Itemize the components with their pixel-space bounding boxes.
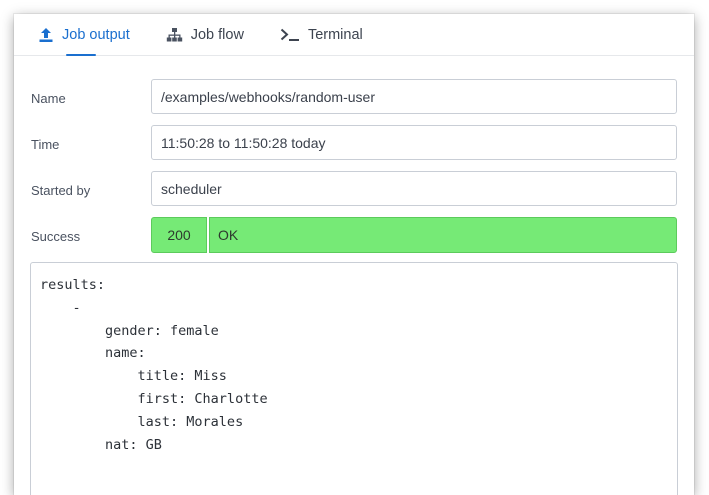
status-code-badge: 200 [151,217,207,253]
time-field[interactable]: 11:50:28 to 11:50:28 today [151,125,677,160]
upload-icon [38,27,54,43]
output-line: nat: GB [40,436,162,453]
terminal-prompt-icon [280,28,300,42]
tab-label: Job output [62,26,130,43]
output-line: results: [40,277,106,293]
output-line: first: Charlotte [40,390,268,407]
job-detail-panel: Job output Job flow Terminal Name /examp… [14,14,694,495]
tab-job-flow[interactable]: Job flow [162,14,248,55]
success-label: Success [31,229,81,244]
job-output-box[interactable]: results: - gender: female name: title: M… [30,262,678,495]
output-line: last: Morales [40,413,244,430]
output-line: title: Miss [40,368,227,385]
hierarchy-icon [166,27,183,43]
output-line: name: [40,345,146,362]
time-label: Time [31,137,60,152]
started-by-label: Started by [31,183,91,198]
output-line: - [40,299,81,316]
name-field[interactable]: /examples/webhooks/random-user [151,79,677,114]
tab-bar: Job output Job flow Terminal [14,14,694,56]
tab-terminal[interactable]: Terminal [276,14,367,55]
output-line: gender: female [40,322,219,339]
tab-label: Terminal [307,26,363,43]
tab-label: Job flow [190,26,244,43]
status-text-badge: OK [209,217,677,253]
started-by-field[interactable]: scheduler [151,171,677,206]
name-label: Name [31,91,66,106]
tab-job-output[interactable]: Job output [34,14,134,56]
